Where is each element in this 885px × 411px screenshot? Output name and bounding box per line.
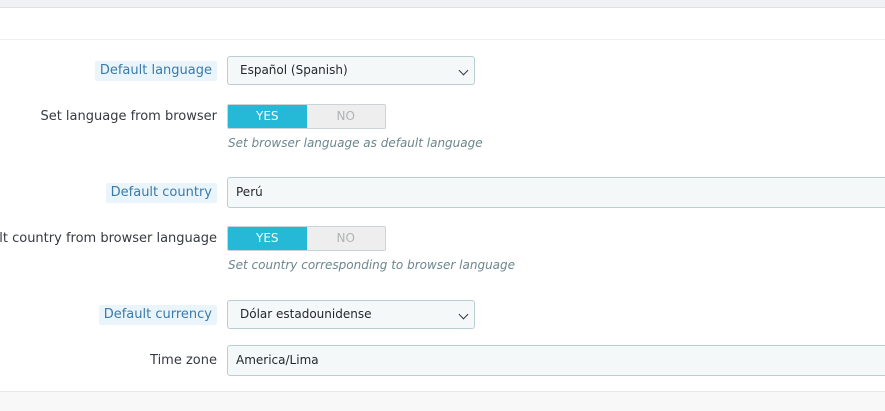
default-country-select[interactable]: Perú	[227, 177, 885, 208]
chevron-down-icon	[458, 309, 469, 320]
country-from-browser-no[interactable]: NO	[306, 227, 385, 250]
default-currency-label: Default currency	[98, 305, 217, 325]
time-zone-label: Time zone	[150, 353, 217, 368]
time-zone-select[interactable]: America/Lima	[227, 345, 885, 376]
default-country-label: Default country	[105, 183, 217, 203]
country-from-browser-help: Set country corresponding to browser lan…	[228, 258, 516, 272]
chevron-down-icon	[458, 65, 469, 76]
top-strip	[0, 0, 885, 8]
default-country-value: Perú	[236, 185, 263, 199]
country-from-browser-switch[interactable]: YES NO	[227, 226, 386, 251]
language-from-browser-yes[interactable]: YES	[228, 105, 307, 128]
default-currency-value: Dólar estadounidense	[240, 307, 372, 321]
country-from-browser-label: ault country from browser language	[0, 231, 217, 246]
country-from-browser-yes[interactable]: YES	[228, 227, 307, 250]
panel-footer	[0, 391, 885, 411]
language-from-browser-switch[interactable]: YES NO	[227, 104, 386, 129]
panel-header-divider	[0, 39, 885, 40]
default-language-value: Español (Spanish)	[240, 63, 348, 77]
language-from-browser-help: Set browser language as default language	[228, 136, 483, 150]
default-language-label: Default language	[94, 61, 217, 81]
time-zone-value: America/Lima	[236, 353, 319, 367]
language-from-browser-label: Set language from browser	[40, 109, 217, 124]
default-language-select[interactable]: Español (Spanish)	[227, 56, 475, 85]
default-currency-select[interactable]: Dólar estadounidense	[227, 300, 475, 329]
language-from-browser-no[interactable]: NO	[306, 105, 385, 128]
